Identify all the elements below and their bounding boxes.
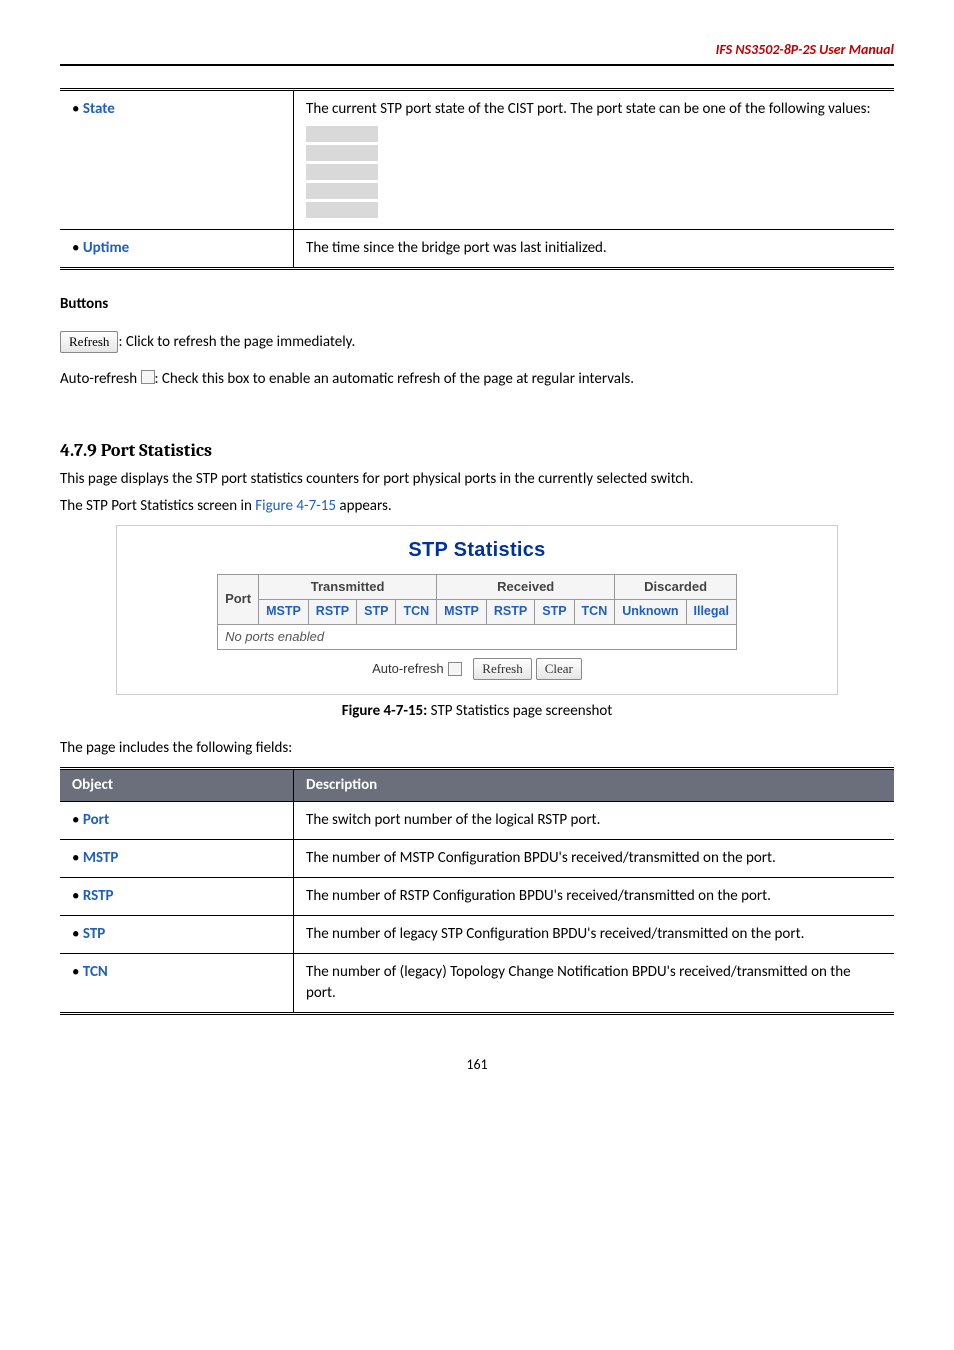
col-group-received: Received — [437, 574, 615, 599]
autorefresh-prefix: Auto-refresh — [60, 370, 141, 388]
object-description-table: Object Description • Port The switch por… — [60, 767, 894, 1015]
header-rule — [60, 64, 894, 66]
col-group-transmitted: Transmitted — [259, 574, 437, 599]
col-tx-mstp: MSTP — [259, 600, 309, 625]
table-row: • MSTP The number of MSTP Configuration … — [60, 840, 894, 878]
value-placeholder — [306, 183, 378, 199]
table-row: • Port The switch port number of the log… — [60, 802, 894, 840]
obj-header-row: Object Description — [60, 769, 894, 802]
fields-intro: The page includes the following fields: — [60, 738, 894, 759]
page-header: IFS NS3502-8P-2S User Manual — [60, 40, 894, 60]
auto-refresh-checkbox[interactable] — [141, 370, 155, 384]
stats-subheader-row: MSTP RSTP STP TCN MSTP RSTP STP TCN Unkn… — [218, 600, 737, 625]
value-placeholder — [306, 164, 378, 180]
stats-auto-refresh-checkbox[interactable] — [448, 662, 462, 676]
figure-ref-link: Figure 4-7-15 — [255, 497, 336, 515]
stp-statistics-panel: STP Statistics Port Transmitted Received… — [116, 525, 838, 695]
obj-port-label: Port — [83, 811, 109, 829]
uptime-desc-cell: The time since the bridge port was last … — [294, 229, 894, 268]
obj-mstp-desc: The number of MSTP Configuration BPDU's … — [294, 840, 894, 878]
col-port: Port — [218, 574, 259, 624]
col-rx-tcn: TCN — [574, 600, 615, 625]
stp-statistics-title: STP Statistics — [117, 536, 837, 564]
value-placeholder — [306, 145, 378, 161]
col-disc-unknown: Unknown — [615, 600, 686, 625]
stats-noports-row: No ports enabled — [218, 624, 737, 649]
figure-ref-prefix: The STP Port Statistics screen in — [60, 497, 255, 515]
state-desc-cell: The current STP port state of the CIST p… — [294, 89, 894, 229]
section-intro: This page displays the STP port statisti… — [60, 469, 894, 490]
state-label-cell: • State — [60, 89, 294, 229]
stats-refresh-button[interactable]: Refresh — [473, 658, 531, 680]
refresh-explain-row: Refresh: Click to refresh the page immed… — [60, 331, 894, 353]
figure-ref-suffix: appears. — [336, 497, 392, 515]
obj-mstp-label: MSTP — [83, 849, 118, 867]
state-label: State — [83, 100, 115, 118]
figure-caption: Figure 4-7-15: STP Statistics page scree… — [60, 701, 894, 722]
stats-header-row: Port Transmitted Received Discarded — [218, 574, 737, 599]
state-description: The current STP port state of the CIST p… — [306, 100, 871, 118]
refresh-desc: : Click to refresh the page immediately. — [118, 333, 355, 351]
uptime-description: The time since the bridge port was last … — [306, 239, 607, 257]
obj-rstp-label: RSTP — [83, 887, 114, 905]
col-rx-rstp: RSTP — [486, 600, 534, 625]
table-row: • TCN The number of (legacy) Topology Ch… — [60, 954, 894, 1014]
stats-controls: Auto-refresh Refresh Clear — [372, 658, 582, 680]
obj-stp-desc: The number of legacy STP Configuration B… — [294, 916, 894, 954]
col-rx-stp: STP — [535, 600, 574, 625]
buttons-heading: Buttons — [60, 294, 894, 315]
obj-head-object: Object — [60, 769, 294, 802]
obj-port-desc: The switch port number of the logical RS… — [294, 802, 894, 840]
refresh-button[interactable]: Refresh — [60, 331, 118, 353]
stats-clear-button[interactable]: Clear — [536, 658, 582, 680]
page-number: 161 — [60, 1055, 894, 1075]
uptime-label: Uptime — [83, 239, 129, 257]
col-tx-tcn: TCN — [396, 600, 437, 625]
obj-tcn-label: TCN — [83, 963, 108, 981]
col-disc-illegal: Illegal — [686, 600, 736, 625]
no-ports-cell: No ports enabled — [218, 624, 737, 649]
state-uptime-table: • State The current STP port state of th… — [60, 88, 894, 270]
col-tx-rstp: RSTP — [308, 600, 356, 625]
table-row: • Uptime The time since the bridge port … — [60, 229, 894, 268]
auto-refresh-label: Auto-refresh — [372, 660, 444, 678]
figure-ref-line: The STP Port Statistics screen in Figure… — [60, 496, 894, 517]
obj-tcn-desc: The number of (legacy) Topology Change N… — [294, 954, 894, 1014]
col-rx-mstp: MSTP — [437, 600, 487, 625]
table-row: • State The current STP port state of th… — [60, 89, 894, 229]
figure-caption-rest: STP Statistics page screenshot — [427, 702, 612, 720]
uptime-label-cell: • Uptime — [60, 229, 294, 268]
section-heading-479: 4.7.9 Port Statistics — [60, 438, 894, 463]
autorefresh-desc: : Check this box to enable an automatic … — [155, 370, 635, 388]
obj-stp-label: STP — [83, 925, 105, 943]
value-placeholder — [306, 202, 378, 218]
stp-statistics-table: Port Transmitted Received Discarded MSTP… — [217, 574, 737, 650]
figure-caption-bold: Figure 4-7-15: — [342, 702, 428, 720]
table-row: • STP The number of legacy STP Configura… — [60, 916, 894, 954]
col-tx-stp: STP — [357, 600, 396, 625]
autorefresh-explain-row: Auto-refresh : Check this box to enable … — [60, 369, 894, 390]
table-row: • RSTP The number of RSTP Configuration … — [60, 878, 894, 916]
obj-rstp-desc: The number of RSTP Configuration BPDU's … — [294, 878, 894, 916]
obj-head-description: Description — [294, 769, 894, 802]
col-group-discarded: Discarded — [615, 574, 737, 599]
value-placeholder — [306, 126, 378, 142]
